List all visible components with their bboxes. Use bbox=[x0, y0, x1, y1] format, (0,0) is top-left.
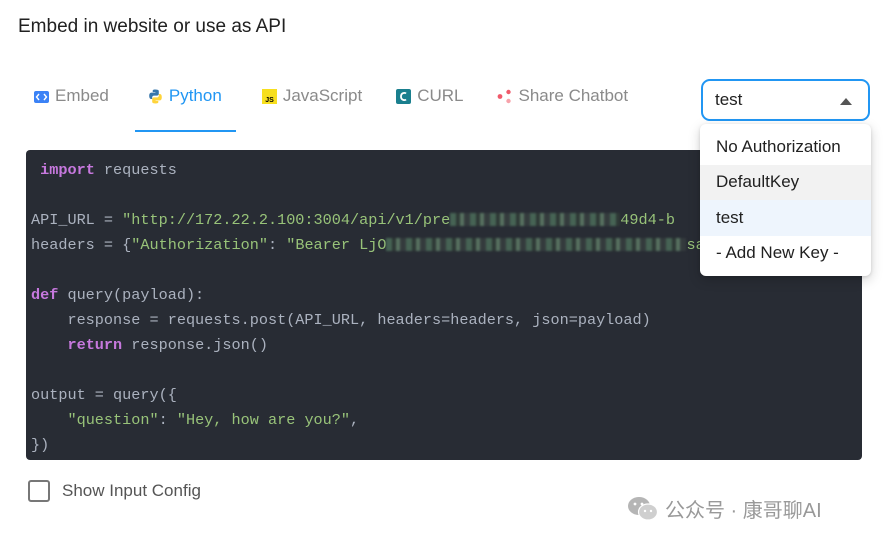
embed-code-icon bbox=[34, 89, 49, 104]
code-keyword: import bbox=[40, 161, 95, 179]
option-defaultkey[interactable]: DefaultKey bbox=[700, 164, 871, 200]
tab-label: Embed bbox=[55, 86, 109, 105]
code-keyword: return bbox=[67, 336, 123, 354]
show-input-config-checkbox[interactable] bbox=[28, 480, 50, 502]
tab-share-chatbot[interactable]: Share Chatbot bbox=[489, 78, 636, 132]
code-string: 49d4-b bbox=[620, 211, 675, 229]
code-text: query(payload): bbox=[58, 286, 205, 304]
tab-label: Share Chatbot bbox=[518, 86, 629, 105]
tab-embed[interactable]: Embed bbox=[26, 78, 117, 132]
show-input-config[interactable]: Show Input Config bbox=[28, 480, 201, 502]
tab-python[interactable]: Python bbox=[134, 78, 236, 132]
code-string: "Hey, how are you?" bbox=[176, 411, 351, 429]
option-no-authorization[interactable]: No Authorization bbox=[700, 129, 871, 165]
code-text: response.json() bbox=[122, 336, 268, 354]
tab-curl[interactable]: CURL bbox=[388, 78, 471, 132]
dialog-title: Embed in website or use as API bbox=[18, 16, 287, 37]
code-string: "question" bbox=[67, 411, 159, 429]
tab-label: Python bbox=[168, 86, 222, 105]
tab-label: JavaScript bbox=[282, 86, 363, 105]
javascript-icon: JS bbox=[261, 89, 277, 104]
code-keyword: def bbox=[31, 286, 59, 304]
watermark: 公众号 · 康哥聊AI bbox=[627, 494, 822, 523]
tab-javascript[interactable]: JS JavaScript bbox=[254, 78, 370, 132]
api-key-select-value: test bbox=[715, 90, 743, 109]
curl-icon bbox=[396, 89, 412, 104]
code-text: : bbox=[158, 411, 177, 429]
code-text: requests bbox=[94, 161, 177, 179]
code-line: response = requests.post(API_URL, header… bbox=[31, 311, 651, 329]
watermark-text: 公众号 · 康哥聊AI bbox=[665, 500, 822, 522]
code-line: return response.json() bbox=[31, 333, 857, 358]
wechat-icon bbox=[628, 496, 659, 521]
code-line: output = query({ bbox=[31, 386, 177, 404]
show-input-config-label: Show Input Config bbox=[62, 481, 201, 500]
code-text: API_URL = bbox=[31, 211, 123, 229]
code-string: "Bearer LjO bbox=[286, 236, 387, 254]
api-key-dropdown-menu: No Authorization DefaultKey test - Add N… bbox=[700, 124, 871, 276]
code-tabs: Embed Python JS JavaScript CURL Share Ch… bbox=[26, 78, 654, 132]
code-text: : bbox=[267, 236, 287, 254]
redacted-blur bbox=[450, 213, 621, 227]
code-string: "http://172.22.2.100:3004/api/v1/pre bbox=[122, 211, 451, 229]
redacted-blur bbox=[386, 238, 687, 252]
code-line: def query(payload): bbox=[31, 283, 857, 308]
tab-label: CURL bbox=[417, 86, 464, 105]
code-text: headers = { bbox=[31, 236, 132, 254]
svg-text:JS: JS bbox=[265, 97, 274, 104]
option-add-new-key[interactable]: - Add New Key - bbox=[700, 236, 871, 272]
option-test[interactable]: test bbox=[700, 200, 871, 236]
code-text: , bbox=[350, 411, 360, 429]
share-icon bbox=[497, 89, 512, 104]
code-string: "Authorization" bbox=[131, 236, 268, 254]
caret-up-icon bbox=[840, 98, 852, 105]
api-key-select[interactable]: test bbox=[701, 79, 870, 121]
python-icon bbox=[148, 89, 163, 104]
code-line: "question": "Hey, how are you?", bbox=[31, 408, 857, 433]
embed-dialog: Embed in website or use as API Embed Pyt… bbox=[0, 0, 892, 543]
code-line: }) bbox=[31, 436, 50, 454]
